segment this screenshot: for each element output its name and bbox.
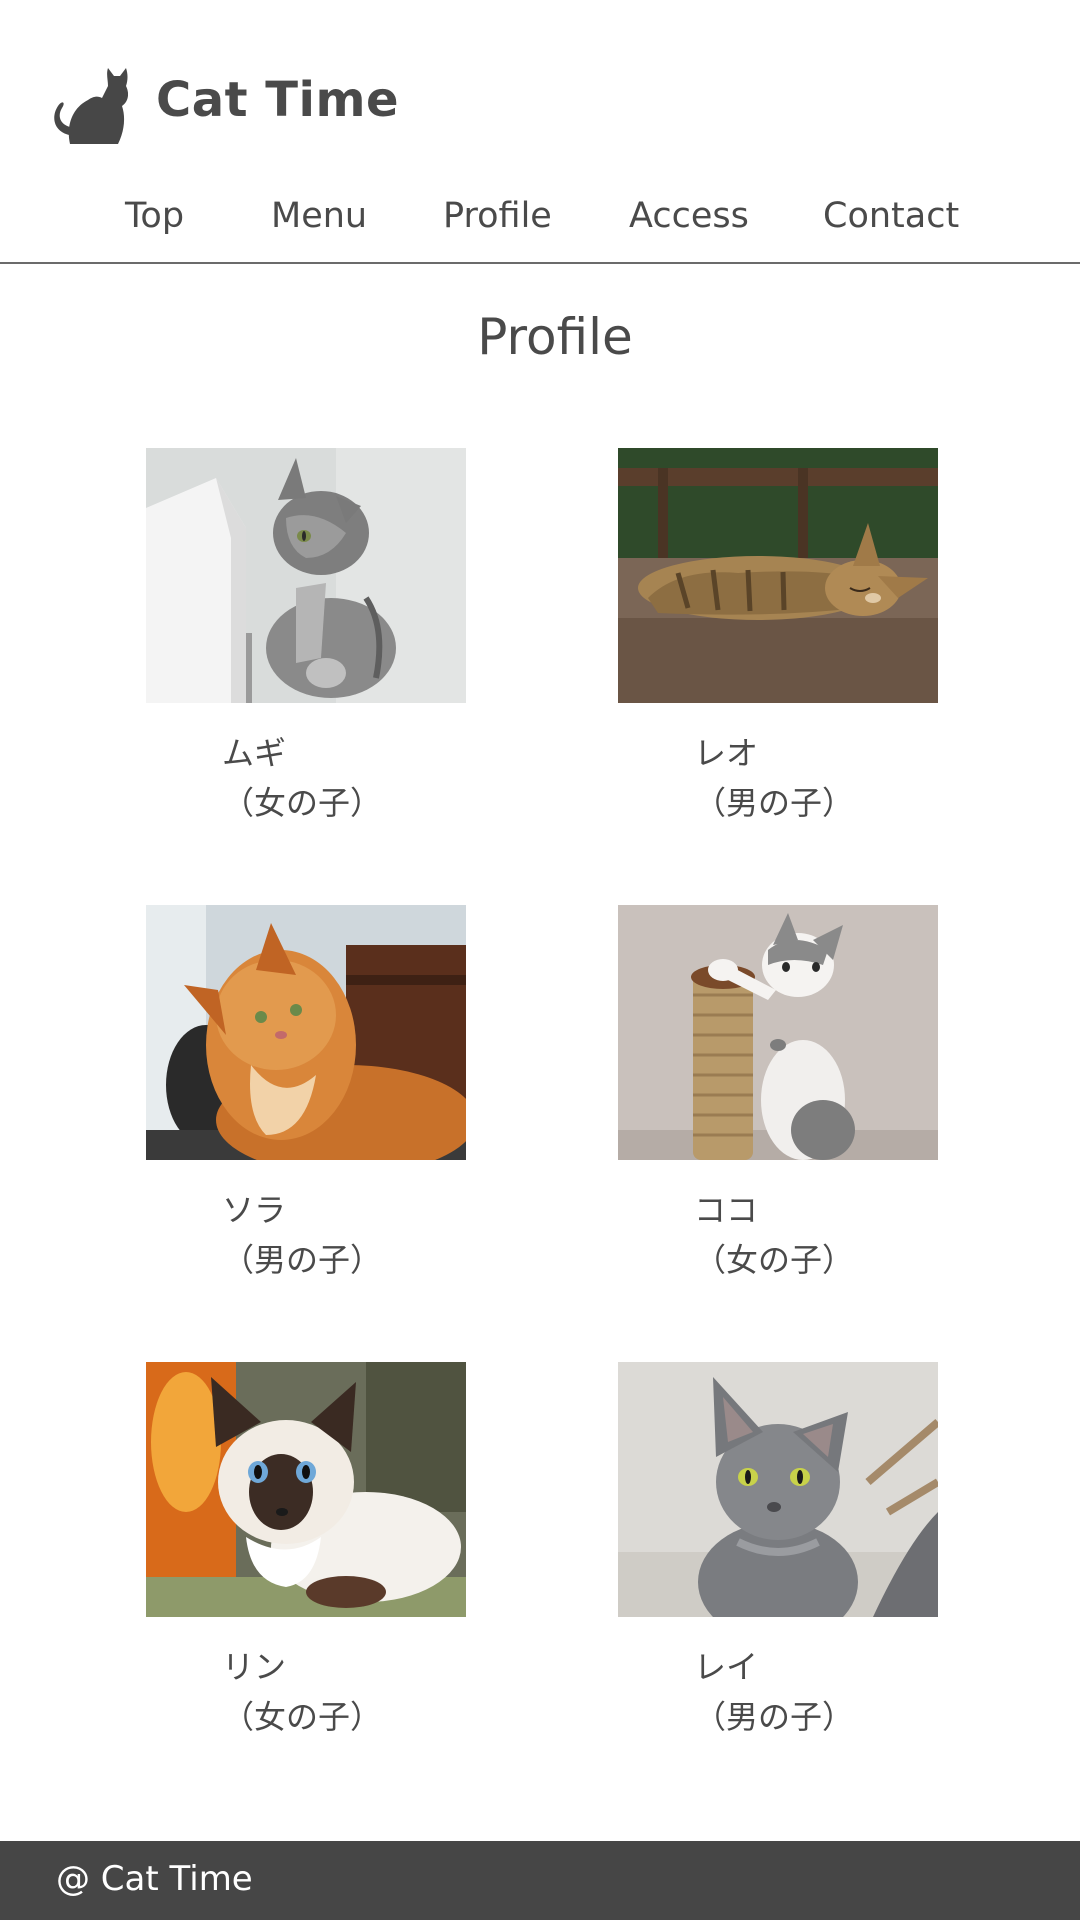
cat-gender: （女の子） (694, 1241, 855, 1279)
cat-card[interactable]: ソラ （男の子） (146, 905, 466, 1279)
site-title[interactable]: Cat Time (156, 72, 399, 128)
cat-name: ムギ (222, 734, 287, 772)
footer-copyright: @ Cat Time (56, 1859, 253, 1899)
cat-gender: （男の子） (694, 1698, 855, 1736)
cat-gender: （男の子） (222, 1241, 383, 1279)
nav-item-menu[interactable]: Menu (271, 196, 367, 236)
cat-gender: （男の子） (694, 784, 855, 822)
cat-name: レイ (694, 1648, 759, 1686)
cat-name: ココ (694, 1191, 759, 1229)
nav-item-access[interactable]: Access (629, 196, 749, 236)
cat-photo[interactable] (146, 448, 466, 703)
nav-item-top[interactable]: Top (125, 196, 184, 236)
nav-item-profile[interactable]: Profile (443, 196, 552, 236)
cat-name: レオ (694, 734, 759, 772)
cat-card[interactable]: レイ （男の子） (618, 1362, 938, 1736)
cat-photo[interactable] (146, 905, 466, 1160)
cat-gender: （女の子） (222, 1698, 383, 1736)
cat-gender: （女の子） (222, 784, 383, 822)
site-footer: @ Cat Time (0, 1841, 1080, 1920)
cat-card[interactable]: ムギ （女の子） (146, 448, 466, 822)
cat-photo[interactable] (146, 1362, 466, 1617)
cat-photo[interactable] (618, 448, 938, 703)
cat-name: ソラ (222, 1191, 287, 1229)
site-header: Cat Time (0, 0, 1080, 190)
cat-card[interactable]: レオ （男の子） (618, 448, 938, 822)
nav-divider (0, 262, 1080, 264)
page-title: Profile (477, 308, 633, 366)
cat-card[interactable]: ココ （女の子） (618, 905, 938, 1279)
cat-photo[interactable] (618, 1362, 938, 1617)
cat-name: リン (222, 1648, 287, 1686)
nav-item-contact[interactable]: Contact (823, 196, 959, 236)
cat-logo-icon[interactable] (48, 66, 129, 144)
cat-photo[interactable] (618, 905, 938, 1160)
cat-card[interactable]: リン （女の子） (146, 1362, 466, 1736)
